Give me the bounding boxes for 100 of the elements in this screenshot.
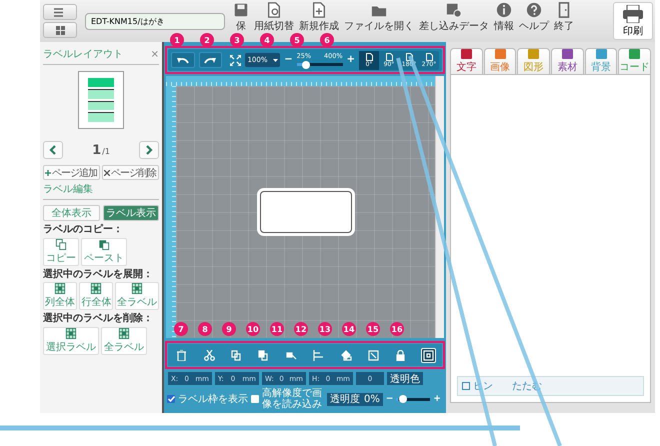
tab-icon — [562, 49, 573, 59]
opacity-field[interactable]: 透明度 0% — [327, 392, 383, 406]
menu-button[interactable] — [43, 4, 77, 20]
caret-icon — [272, 58, 278, 62]
object-tab[interactable]: 文字 — [450, 48, 483, 74]
tab-icon — [528, 49, 540, 59]
label-action-button[interactable]: ペースト — [81, 238, 127, 266]
document-icon — [311, 2, 327, 18]
opacity-slider[interactable] — [396, 395, 430, 403]
plus-icon — [45, 170, 51, 176]
object-tab[interactable]: 素材 — [551, 48, 584, 74]
tool-icon — [368, 350, 379, 360]
toolbar-button[interactable]: 終了 — [554, 2, 574, 33]
label-thumbnail[interactable] — [88, 112, 114, 122]
tool-icon — [422, 350, 434, 360]
grid-icon — [118, 328, 130, 338]
toolbar-button[interactable]: 用紙切替 — [254, 2, 294, 33]
checkbox-label: 高解像度で画像を読み込み — [262, 388, 323, 410]
label-thumbnail[interactable] — [88, 88, 114, 98]
section-heading: ラベルのコピー： — [43, 224, 124, 236]
toolbar-button[interactable]: 保 — [233, 2, 249, 33]
checkbox[interactable] — [167, 395, 175, 403]
paste-icon — [98, 238, 110, 250]
tool-icon — [313, 350, 324, 360]
toolbar-button[interactable]: 新規作成 — [299, 2, 339, 33]
page-icon — [366, 52, 372, 60]
redo-button[interactable] — [198, 52, 222, 68]
section-heading: 選択中のラベルを削除： — [43, 313, 154, 324]
tab-icon — [460, 49, 472, 59]
object-tab[interactable]: コード — [618, 48, 652, 74]
delete-page-button[interactable]: ページ削除 — [102, 165, 159, 180]
label-thumbnail[interactable] — [88, 78, 114, 87]
label-action-button[interactable]: 列全体 — [43, 282, 78, 310]
toolbar-button[interactable]: 差し込みデータ — [419, 2, 489, 33]
menu-icon — [54, 8, 66, 16]
tab-icon — [596, 49, 607, 59]
panel-title: ラベルレイアウト — [43, 48, 123, 61]
hint-icon — [462, 382, 470, 390]
chevron-left-icon — [49, 145, 57, 155]
hint-text[interactable]: ヒン — [473, 379, 493, 393]
slider-thumb[interactable] — [302, 60, 310, 68]
label-action-button[interactable]: 選択ラベル — [43, 326, 99, 354]
scissors-icon — [204, 350, 215, 360]
label-action-button[interactable]: 行全体 — [79, 282, 114, 310]
page-total: /1 — [102, 146, 110, 156]
redo-icon — [204, 56, 216, 64]
grid-icon — [65, 328, 77, 338]
checkbox-label: ラベル枠を表示 — [178, 392, 248, 406]
close-button[interactable]: × — [150, 48, 159, 60]
save-icon — [233, 2, 249, 18]
fit-screen-icon[interactable] — [230, 54, 241, 66]
tool-icon — [340, 350, 352, 360]
printer-icon — [622, 4, 644, 22]
undo-button[interactable] — [171, 52, 195, 68]
add-page-button[interactable]: ページ追加 — [43, 165, 100, 180]
grid-icon — [56, 26, 64, 34]
label-action-button[interactable]: コピー — [43, 238, 79, 266]
label-action-button[interactable]: 全ラベル — [115, 282, 159, 310]
chevron-right-icon — [145, 145, 153, 155]
scrollbar[interactable] — [435, 76, 444, 338]
info-icon — [496, 2, 512, 18]
trash-icon — [176, 350, 188, 360]
slider-thumb[interactable] — [398, 395, 406, 403]
view-button[interactable]: ラベル表示 — [102, 205, 159, 221]
tool-button[interactable] — [420, 348, 436, 362]
grid-button[interactable] — [43, 22, 77, 38]
label-action-button[interactable]: 全ラベル — [101, 326, 147, 354]
copy-icon — [230, 350, 242, 360]
zoom-in-sign[interactable]: + — [346, 55, 355, 65]
zoom-out-sign[interactable]: − — [284, 55, 293, 65]
label-thumbnail[interactable] — [88, 100, 114, 110]
lock-icon — [395, 350, 406, 360]
undo-icon — [176, 56, 189, 64]
grid-icon — [131, 283, 144, 294]
toolbar-button[interactable]: ヘルプ — [519, 2, 549, 33]
file-name-field[interactable]: EDT-KNM15/はがき — [85, 12, 225, 30]
page-icon — [426, 52, 432, 60]
page-icon — [406, 52, 412, 60]
page-number: 1 — [92, 142, 102, 158]
checkbox[interactable] — [251, 395, 259, 403]
toolbar-button[interactable]: ファイルを開く — [344, 2, 414, 33]
document-icon — [266, 2, 282, 18]
toolbar-button[interactable]: 情報 — [494, 2, 514, 33]
copy-icon — [55, 238, 67, 250]
print-button[interactable]: 印刷 — [613, 2, 653, 40]
door-icon — [556, 2, 572, 18]
previous-page-button[interactable] — [43, 141, 63, 159]
grid-icon — [90, 283, 102, 294]
view-button[interactable]: 全体表示 — [43, 205, 100, 221]
section-heading: 選択中のラベルを展開： — [43, 268, 154, 280]
next-page-button[interactable] — [139, 141, 159, 159]
opacity-minus-sign[interactable]: − — [386, 394, 394, 404]
hint-text[interactable]: たたむ — [512, 379, 542, 393]
tool-icon — [286, 350, 297, 360]
cross-icon — [104, 170, 110, 176]
transparent-color-button[interactable]: 透明色 — [387, 372, 423, 385]
opacity-plus-sign[interactable]: + — [433, 394, 441, 404]
grid-icon — [54, 283, 66, 294]
checkmark-icon — [168, 396, 174, 402]
tab-icon — [629, 49, 640, 59]
